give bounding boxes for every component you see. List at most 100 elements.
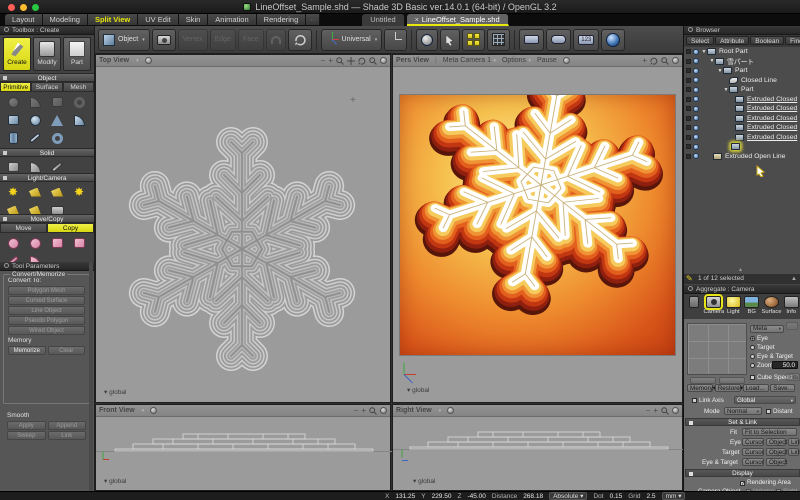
zoom-out-button[interactable]: − [646, 406, 651, 415]
workspace-tab-split-view[interactable]: Split View [88, 14, 138, 25]
memorize-button[interactable]: Memorize [8, 346, 46, 355]
eye-cursor-button[interactable]: Cursor [742, 438, 764, 446]
tree-row-part[interactable]: ▼ Part [684, 66, 800, 76]
torus-tool-button[interactable] [46, 129, 68, 147]
panel-collapse-icon[interactable] [688, 286, 693, 291]
link-axis-checkbox[interactable] [692, 398, 697, 403]
panel-collapse-icon[interactable] [688, 27, 693, 32]
solid-box-tool-button[interactable] [2, 158, 24, 173]
distant-checkbox[interactable] [766, 409, 771, 414]
render-flag-toggle[interactable] [686, 116, 691, 121]
link-axis-dropdown[interactable]: Global▾ [734, 396, 796, 404]
aggregate-tab-generic[interactable] [685, 296, 703, 309]
eye-target-radio[interactable] [750, 354, 755, 359]
aggregate-tab-light[interactable]: Light [725, 296, 743, 315]
vertex-mode-button[interactable]: Vertex [178, 29, 208, 51]
move-copy-section-header[interactable]: Move/Copy [0, 214, 94, 223]
preview-mini-button[interactable] [719, 377, 745, 384]
zoom-in-button[interactable]: + [328, 56, 333, 65]
line-tool-button[interactable] [24, 129, 46, 147]
scroll-up-icon[interactable]: ▲ [791, 274, 797, 284]
show-grid-button[interactable] [487, 29, 510, 51]
keyboard-input-button[interactable] [519, 29, 544, 51]
light-camera-section-header[interactable]: Light/Camera [0, 173, 94, 182]
smooth-append-button[interactable]: Append [48, 421, 87, 430]
preview-mini-button[interactable] [690, 377, 716, 384]
orbit-icon[interactable] [650, 57, 658, 65]
view-options-icon[interactable] [145, 57, 152, 64]
snap-button[interactable] [266, 29, 286, 51]
eye-link-button[interactable]: Link [788, 438, 799, 446]
magnifier-icon[interactable] [661, 57, 669, 65]
coordinate-space-label[interactable]: ▾ global [413, 477, 435, 485]
workspace-tab-animation[interactable]: Animation [208, 14, 256, 25]
create-mode-button[interactable]: Create [3, 37, 31, 71]
surface-tab[interactable]: Surface [31, 82, 62, 92]
render-flag-toggle[interactable] [686, 49, 691, 54]
zoom-value-field[interactable]: 50.0 [772, 361, 798, 369]
unit-dropdown[interactable]: mm ▾ [662, 492, 686, 500]
coordinate-space-label[interactable]: ▾ global [104, 477, 126, 485]
save-button[interactable]: Save... [770, 384, 795, 392]
render-flag-toggle[interactable] [686, 97, 691, 102]
visibility-toggle[interactable] [693, 68, 699, 74]
doc-tab-lineoffset-sample[interactable]: ×LineOffset_Sample.shd [407, 14, 509, 26]
visibility-toggle[interactable] [693, 77, 699, 83]
edit-pencil-icon[interactable]: ✎ [686, 274, 693, 284]
pause-button[interactable]: Pause [537, 57, 557, 64]
rotate-copy-tool-button[interactable] [24, 234, 46, 252]
meta-dropdown[interactable]: Meta▾ [750, 325, 784, 333]
panel-collapse-icon[interactable] [4, 27, 9, 32]
render-flag-toggle[interactable] [686, 125, 691, 130]
sunlight-tool-button[interactable]: ✸ [2, 183, 24, 201]
visibility-toggle[interactable] [693, 96, 699, 102]
magnifier-icon[interactable] [336, 57, 344, 65]
close-tab-icon[interactable]: × [415, 17, 419, 24]
right-viewport[interactable]: Right View▾ − + ▾ global [392, 404, 683, 491]
render-flag-toggle[interactable] [686, 135, 691, 140]
modify-mode-button[interactable]: Modify [33, 37, 61, 71]
part-mode-button[interactable]: Part [63, 37, 91, 71]
aggregate-tab-info[interactable]: Info [782, 296, 800, 315]
toolbox-header[interactable]: Toolbox : Create [0, 26, 94, 35]
plane-tool-button[interactable] [46, 93, 68, 111]
viewport-title[interactable]: Right View [396, 407, 432, 414]
fan-tool-button[interactable] [24, 93, 46, 111]
aggregate-tab-bg[interactable]: BG [743, 296, 761, 315]
render-flag-toggle[interactable] [686, 59, 691, 64]
convert-pseudo-polygon-button[interactable]: Pseudo Polygon [8, 316, 85, 325]
panel-collapse-icon[interactable] [4, 263, 9, 268]
grid-snap-button[interactable] [462, 29, 485, 51]
workspace-tab-skin[interactable]: Skin [179, 14, 209, 25]
view-options-icon[interactable] [150, 407, 157, 414]
workspace-tab-layout[interactable]: Layout [5, 14, 43, 25]
visibility-toggle[interactable] [693, 115, 699, 121]
coordinate-mode-dropdown[interactable]: Absolute ▾ [549, 492, 587, 500]
visibility-toggle[interactable] [693, 153, 699, 159]
visibility-toggle[interactable] [693, 49, 699, 55]
pan-icon[interactable] [347, 57, 355, 65]
tree-row-root-part[interactable]: ▼ Root Part [684, 47, 800, 57]
workspace-tab-overflow-button[interactable]: ·· [306, 14, 320, 25]
view-menu-icon[interactable] [380, 57, 387, 64]
aggregate-tab-camera[interactable]: Camera [704, 296, 724, 315]
render-flag-toggle[interactable] [686, 154, 691, 159]
pers-viewport[interactable]: Pers View | Meta Camera 1 ▾ Options ▾ Pa… [392, 54, 683, 403]
tree-row-selected-object[interactable] [684, 142, 800, 152]
doc-tab-untitled[interactable]: Untitled [362, 14, 404, 26]
viewport-title[interactable]: Pers View [396, 57, 429, 64]
zoom-in-button[interactable]: + [642, 56, 647, 65]
tree-row-extruded-closed[interactable]: Extruded Closed [684, 123, 800, 133]
tree-row-closed-line[interactable]: Closed Line [684, 76, 800, 86]
smooth-link-button[interactable]: Link [48, 431, 87, 440]
target-radio[interactable] [750, 345, 755, 350]
scale-copy-tool-button[interactable] [46, 234, 68, 252]
mouse-input-button[interactable] [546, 29, 571, 51]
browser-tab-find[interactable]: Find [785, 36, 800, 45]
cone-tool-button[interactable] [46, 111, 68, 129]
restore-button[interactable]: Restore▾ [715, 384, 741, 392]
solid-lasso-tool-button[interactable] [24, 158, 46, 173]
move-tab[interactable]: Move [0, 223, 47, 233]
fit-to-selection-button[interactable]: Fit to Selection [742, 428, 797, 436]
cube-speed-dropdown[interactable]: Fit▾ [786, 373, 800, 381]
